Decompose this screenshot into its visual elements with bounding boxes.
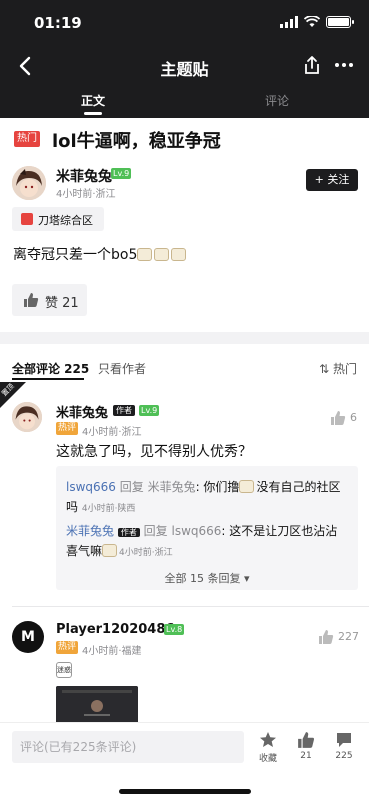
favorite-label: 收藏 [258, 754, 277, 764]
bottom-bar: 收藏 21 225 [0, 722, 369, 800]
reply-box[interactable]: lswq666 回复 米菲兔兔: 你们撸 没有自己的社区 吗 4小时前·陕西 米菲… [56, 466, 358, 590]
comment-meta: 4小时前·浙江 [82, 427, 142, 438]
emoji-icon [154, 248, 170, 261]
reply-meta: 4小时前·陕西 [81, 504, 136, 514]
view-all-replies-link[interactable]: 全部 15 条回复 ▾ [56, 570, 358, 586]
thumb-up-icon[interactable] [330, 410, 346, 426]
home-indicator [119, 789, 251, 794]
thumb-up-icon [24, 293, 39, 307]
reply-text: 吗 [66, 500, 79, 514]
reply-text: : 你们撸 [195, 480, 240, 494]
status-bar: 01:19 [0, 12, 369, 34]
emoji-icon [137, 248, 153, 261]
status-icons [280, 16, 354, 28]
laugh-emoji-icon [102, 544, 118, 557]
comment-like-count: 227 [338, 630, 359, 643]
reply-item-cont: 喜气嘛 4小时前·浙江 [66, 542, 173, 559]
comment-count: 225 [335, 751, 353, 761]
top-bar: 01:19 主题贴 正文 评论 [0, 0, 369, 118]
tab-indicator [84, 112, 102, 115]
hot-tag: 热门 [14, 131, 40, 147]
comment-filter: 全部评论 225 只看作者 ⇅ 热门 [0, 356, 369, 380]
comment-meta: 4小时前·福建 [82, 646, 142, 657]
thumb-up-icon[interactable] [318, 629, 334, 645]
follow-button[interactable]: + 关注 [306, 169, 358, 191]
reply-item: lswq666 回复 米菲兔兔: 你们撸 没有自己的社区 [66, 478, 340, 495]
share-icon[interactable] [301, 54, 323, 76]
wifi-icon [304, 16, 320, 27]
like-bottom-button[interactable]: 21 [291, 731, 321, 761]
tab-bar: 正文 评论 [0, 90, 369, 118]
reply-meta: 4小时前·浙江 [119, 548, 173, 558]
reply-text: 没有自己的社区 [256, 480, 341, 494]
reply-verb: 回复 [115, 480, 148, 494]
dog-emoji-icon [239, 480, 255, 493]
reply-text: : 这不是让刀区也沾沾 [221, 524, 338, 538]
post-title: lol牛逼啊，稳亚争冠 [52, 131, 221, 152]
emoji-icon [171, 248, 187, 261]
filter-all-comments[interactable]: 全部评论 225 [12, 360, 89, 377]
section-divider [0, 332, 369, 344]
like-bottom-count: 21 [300, 751, 312, 761]
filter-author-only[interactable]: 只看作者 [98, 360, 146, 377]
post-body: 离夺冠只差一个bo5 [13, 244, 188, 264]
level-badge: Lv.9 [111, 168, 132, 179]
signal-icon [280, 16, 298, 28]
reply-text: 喜气嘛 [66, 544, 103, 558]
level-badge: Lv.8 [164, 624, 185, 635]
comment-input[interactable] [12, 731, 244, 763]
star-icon [260, 732, 276, 747]
thumb-up-icon [298, 732, 315, 748]
comment-author-name[interactable]: 米菲兔兔 [56, 402, 108, 421]
more-icon[interactable] [333, 54, 355, 76]
comment-like-count: 6 [350, 411, 357, 424]
avatar[interactable] [12, 166, 46, 200]
reply-user[interactable]: lswq666 [66, 480, 116, 494]
hot-comment-badge: 热评 [56, 641, 78, 654]
avatar[interactable] [12, 402, 42, 432]
like-count: 赞 21 [45, 296, 79, 311]
forum-icon [21, 213, 33, 225]
forum-tag[interactable]: 刀塔综合区 [12, 207, 104, 231]
author-badge: 作者 [113, 405, 135, 416]
author-badge: 作者 [117, 528, 140, 537]
tab-main[interactable]: 正文 [81, 92, 105, 109]
comment-image[interactable] [56, 686, 138, 726]
reply-item: 米菲兔兔 作者 回复 lswq666: 这不是让刀区也沾沾 [66, 522, 337, 539]
sort-icon: ⇅ [319, 362, 333, 376]
reply-verb: 回复 [139, 524, 172, 538]
author-name[interactable]: 米菲兔兔 [56, 166, 112, 186]
comment-button[interactable]: 225 [329, 731, 359, 761]
reply-target[interactable]: lswq666 [171, 524, 221, 538]
tab-comments[interactable]: 评论 [265, 92, 289, 109]
reply-item-cont: 吗 4小时前·陕西 [66, 498, 135, 515]
comment-icon [337, 733, 351, 747]
like-button[interactable]: 赞 21 [12, 284, 87, 316]
nav-row: 主题贴 [0, 48, 369, 84]
comment-author-name[interactable]: Player12020486 [56, 622, 174, 637]
sort-label: 热门 [332, 362, 357, 376]
status-time: 01:19 [34, 14, 82, 32]
comment-text: 这就急了吗，见不得别人优秀？ [56, 444, 252, 460]
favorite-button[interactable]: 收藏 [253, 731, 283, 764]
comment-divider [12, 606, 369, 607]
sort-hot-button[interactable]: ⇅ 热门 [319, 360, 357, 377]
level-badge: Lv.9 [139, 405, 160, 416]
post-body-text: 离夺冠只差一个bo5 [13, 247, 138, 263]
post-meta: 4小时前·浙江 [56, 189, 116, 200]
hot-comment-badge: 热评 [56, 422, 78, 435]
reply-user[interactable]: 米菲兔兔 [66, 524, 114, 538]
avatar[interactable]: M [12, 621, 44, 653]
battery-icon [326, 16, 354, 28]
forum-label: 刀塔综合区 [38, 214, 93, 227]
confused-emoji: 迷惑 [56, 662, 72, 678]
reply-target[interactable]: 米菲兔兔 [148, 480, 196, 494]
filter-indicator [12, 378, 84, 380]
